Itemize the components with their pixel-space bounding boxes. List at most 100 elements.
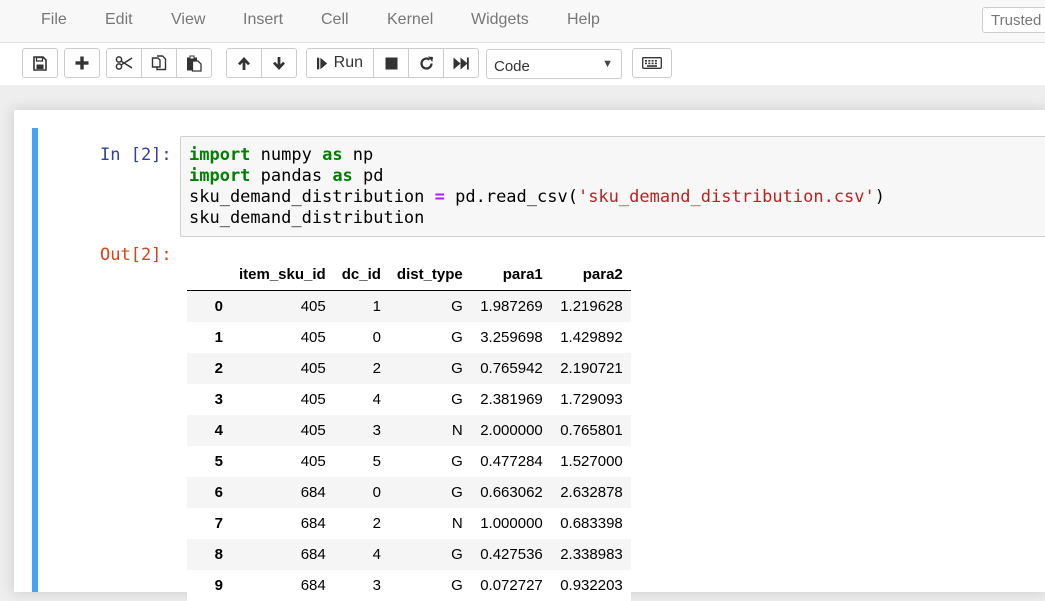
- table-cell: 0.477284: [471, 446, 551, 477]
- table-cell: N: [389, 415, 471, 446]
- code-text-segment: pd.read_csv(: [445, 187, 578, 207]
- table-cell: 2: [334, 353, 389, 384]
- menu-help[interactable]: Help: [567, 11, 600, 29]
- column-header: para1: [471, 259, 551, 291]
- interrupt-button[interactable]: [373, 48, 409, 78]
- table-cell: 2.381969: [471, 384, 551, 415]
- table-cell: 0.932203: [551, 570, 631, 601]
- table-cell: 2.338983: [551, 539, 631, 570]
- fast-forward-icon: [453, 57, 469, 70]
- move-group: [226, 48, 297, 78]
- code-string: 'sku_demand_distribution.csv': [578, 187, 875, 207]
- save-button[interactable]: [22, 48, 58, 78]
- table-cell: G: [389, 446, 471, 477]
- menu-cell[interactable]: Cell: [321, 11, 349, 29]
- paste-icon: [186, 55, 202, 72]
- code-text-segment: pd: [353, 166, 384, 186]
- code-keyword: as: [332, 166, 352, 186]
- keyboard-icon: [642, 57, 662, 69]
- cell-type-value: Code: [494, 58, 530, 75]
- insert-cell-button[interactable]: [64, 48, 100, 78]
- table-row: 24052G0.7659422.190721: [187, 353, 631, 384]
- row-index: 0: [187, 291, 231, 323]
- code-text-segment: np: [343, 145, 374, 165]
- table-row: 76842N1.0000000.683398: [187, 508, 631, 539]
- menu-kernel[interactable]: Kernel: [387, 11, 433, 29]
- menu-view[interactable]: View: [171, 11, 205, 29]
- move-up-button[interactable]: [226, 48, 262, 78]
- save-icon: [33, 56, 47, 71]
- menu-insert[interactable]: Insert: [243, 11, 283, 29]
- code-text[interactable]: import numpy as np import pandas as pd s…: [189, 145, 885, 229]
- step-forward-icon: [317, 57, 328, 70]
- table-cell: 4: [334, 384, 389, 415]
- table-cell: 0.765942: [471, 353, 551, 384]
- run-group: Run: [306, 48, 479, 78]
- table-cell: G: [389, 353, 471, 384]
- cell-type-select[interactable]: Code ▼: [486, 49, 622, 79]
- code-text-segment: numpy: [250, 145, 322, 165]
- column-header: dist_type: [389, 259, 471, 291]
- table-row: 04051G1.9872691.219628: [187, 291, 631, 323]
- run-all-button[interactable]: [443, 48, 479, 78]
- table-cell: 0: [334, 477, 389, 508]
- column-header: item_sku_id: [231, 259, 334, 291]
- table-header-row: item_sku_id dc_id dist_type para1 para2: [187, 259, 631, 291]
- row-index: 8: [187, 539, 231, 570]
- table-cell: 405: [231, 322, 334, 353]
- copy-button[interactable]: [141, 48, 177, 78]
- table-cell: 1.000000: [471, 508, 551, 539]
- table-cell: 4: [334, 539, 389, 570]
- code-keyword: import: [189, 145, 250, 165]
- arrow-up-icon: [237, 56, 251, 71]
- code-text-segment: sku_demand_distribution: [189, 187, 435, 207]
- table-cell: 405: [231, 291, 334, 323]
- scissors-icon: [115, 56, 133, 70]
- table-cell: 2.000000: [471, 415, 551, 446]
- table-cell: 684: [231, 477, 334, 508]
- column-header: dc_id: [334, 259, 389, 291]
- run-button[interactable]: Run: [306, 48, 374, 78]
- table-cell: G: [389, 539, 471, 570]
- table-cell: 3.259698: [471, 322, 551, 353]
- code-keyword: as: [322, 145, 342, 165]
- table-cell: 405: [231, 446, 334, 477]
- menu-edit[interactable]: Edit: [105, 11, 133, 29]
- row-index: 7: [187, 508, 231, 539]
- code-keyword: import: [189, 166, 250, 186]
- table-cell: 684: [231, 539, 334, 570]
- code-text-segment: sku_demand_distribution: [189, 208, 424, 228]
- table-cell: 2.632878: [551, 477, 631, 508]
- row-index: 5: [187, 446, 231, 477]
- copy-icon: [151, 55, 167, 71]
- move-down-button[interactable]: [261, 48, 297, 78]
- table-cell: 0.427536: [471, 539, 551, 570]
- code-operator: =: [435, 187, 445, 207]
- table-cell: 1: [334, 291, 389, 323]
- table-cell: G: [389, 291, 471, 323]
- edit-group: [106, 48, 212, 78]
- table-cell: 0.072727: [471, 570, 551, 601]
- table-cell: 0.683398: [551, 508, 631, 539]
- table-cell: 5: [334, 446, 389, 477]
- row-index: 2: [187, 353, 231, 384]
- table-cell: 3: [334, 570, 389, 601]
- output-prompt: Out[2]:: [100, 245, 172, 265]
- cut-button[interactable]: [106, 48, 142, 78]
- menu-file[interactable]: File: [41, 11, 67, 29]
- table-cell: 0: [334, 322, 389, 353]
- table-row: 14050G3.2596981.429892: [187, 322, 631, 353]
- table-cell: 1.527000: [551, 446, 631, 477]
- paste-button[interactable]: [176, 48, 212, 78]
- command-palette-button[interactable]: [632, 48, 672, 78]
- code-text-segment: pandas: [250, 166, 332, 186]
- table-cell: G: [389, 570, 471, 601]
- table-cell: 3: [334, 415, 389, 446]
- table-cell: 2.190721: [551, 353, 631, 384]
- restart-button[interactable]: [408, 48, 444, 78]
- insert-group: [64, 48, 100, 78]
- menu-widgets[interactable]: Widgets: [471, 11, 529, 29]
- trusted-indicator[interactable]: Trusted: [982, 7, 1045, 33]
- caret-down-icon: ▼: [602, 58, 613, 70]
- code-text-segment: ): [875, 187, 885, 207]
